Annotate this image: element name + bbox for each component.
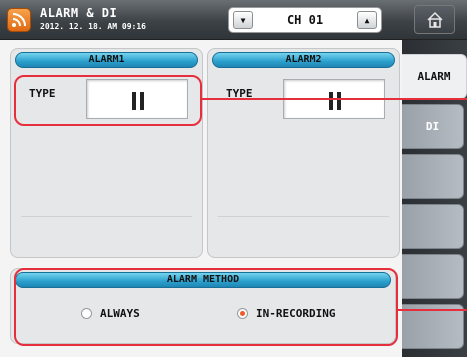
channel-selector: ▼ CH 01 ▲ <box>228 7 382 33</box>
channel-label: CH 01 <box>286 13 324 27</box>
home-button[interactable] <box>414 5 455 34</box>
tab-empty-3[interactable] <box>402 154 464 199</box>
channel-prev-button[interactable]: ▼ <box>233 11 253 29</box>
type-highlight-outline <box>14 75 202 126</box>
pause-icon <box>329 92 342 110</box>
method-leader-line <box>398 309 467 311</box>
home-area <box>402 0 467 40</box>
divider <box>21 216 192 217</box>
tab-alarm[interactable]: ALARM <box>402 54 467 99</box>
datetime-label: 2012. 12. 18. AM 09:16 <box>40 22 146 31</box>
header-bar: ALARM & DI 2012. 12. 18. AM 09:16 ▼ CH 0… <box>0 0 402 40</box>
page-title: ALARM & DI <box>40 6 118 20</box>
alarm2-heading: ALARM2 <box>212 52 395 68</box>
tab-empty-5[interactable] <box>402 254 464 299</box>
tab-di[interactable]: DI <box>402 104 464 149</box>
method-highlight-outline <box>14 268 398 346</box>
home-icon <box>427 11 443 28</box>
channel-next-button[interactable]: ▲ <box>357 11 377 29</box>
tab-label: ALARM <box>417 70 451 83</box>
alarm1-heading: ALARM1 <box>15 52 198 68</box>
rss-app-icon <box>7 8 31 32</box>
divider <box>218 216 389 217</box>
tab-empty-4[interactable] <box>402 204 464 249</box>
screen: ALARM & DI 2012. 12. 18. AM 09:16 ▼ CH 0… <box>0 0 467 357</box>
type-leader-line <box>202 98 467 100</box>
tab-label: DI <box>425 120 440 133</box>
alarm2-panel: ALARM2 TYPE <box>207 48 400 258</box>
